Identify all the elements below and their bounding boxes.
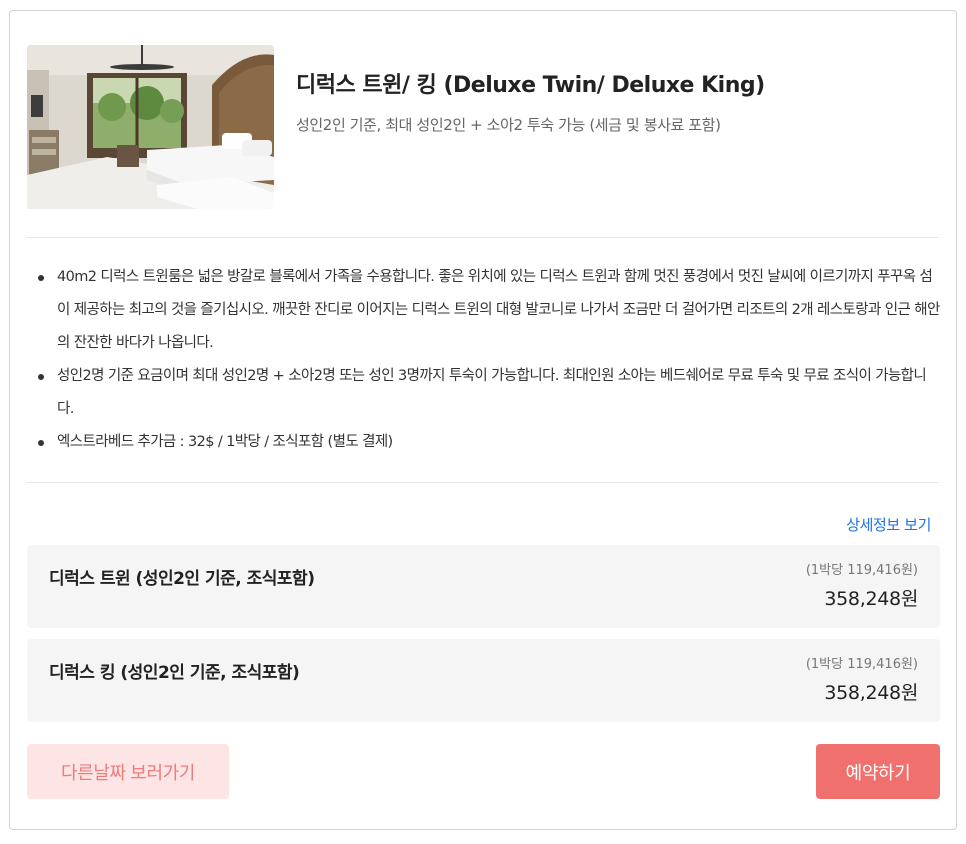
- hotel-room-photo: [27, 45, 274, 209]
- other-dates-button[interactable]: 다른날짜 보러가기: [27, 744, 229, 799]
- option-per-night-price: (1박당 119,416원): [805, 657, 918, 672]
- list-item: 성인2명 기준 요금이며 최대 성인2명 + 소아2명 또는 성인 3명까지 투…: [27, 360, 942, 426]
- description-text: 40m2 디럭스 트윈룸은 넓은 방갈로 블록에서 가족을 수용합니다. 좋은 …: [57, 269, 940, 351]
- detail-info-link[interactable]: 상세정보 보기: [846, 514, 931, 535]
- room-description-list: 40m2 디럭스 트윈룸은 넓은 방갈로 블록에서 가족을 수용합니다. 좋은 …: [27, 261, 942, 459]
- room-card: 디럭스 트윈/ 킹 (Deluxe Twin/ Deluxe King) 성인2…: [9, 10, 957, 830]
- list-item: 40m2 디럭스 트윈룸은 넓은 방갈로 블록에서 가족을 수용합니다. 좋은 …: [27, 261, 942, 360]
- bullet-icon: [38, 440, 44, 446]
- room-title: 디럭스 트윈/ 킹 (Deluxe Twin/ Deluxe King): [296, 73, 765, 98]
- bullet-icon: [38, 374, 44, 380]
- option-name: 디럭스 킹 (성인2인 기준, 조식포함): [49, 663, 300, 683]
- description-text: 엑스트라베드 추가금 : 32$ / 1박당 / 조식포함 (별도 결제): [57, 434, 393, 450]
- room-option-twin[interactable]: 디럭스 트윈 (성인2인 기준, 조식포함) (1박당 119,416원) 35…: [27, 545, 940, 628]
- option-total-price: 358,248원: [824, 682, 918, 704]
- description-text: 성인2명 기준 요금이며 최대 성인2명 + 소아2명 또는 성인 3명까지 투…: [57, 368, 927, 417]
- option-name: 디럭스 트윈 (성인2인 기준, 조식포함): [49, 569, 315, 589]
- option-total-price: 358,248원: [824, 588, 918, 610]
- list-item: 엑스트라베드 추가금 : 32$ / 1박당 / 조식포함 (별도 결제): [27, 426, 942, 459]
- room-option-king[interactable]: 디럭스 킹 (성인2인 기준, 조식포함) (1박당 119,416원) 358…: [27, 639, 940, 722]
- divider: [27, 482, 939, 483]
- book-button[interactable]: 예약하기: [816, 744, 940, 799]
- room-subtitle: 성인2인 기준, 최대 성인2인 + 소아2 투숙 가능 (세금 및 봉사료 포…: [296, 116, 721, 134]
- divider: [27, 237, 939, 238]
- option-per-night-price: (1박당 119,416원): [805, 563, 918, 578]
- bullet-icon: [38, 275, 44, 281]
